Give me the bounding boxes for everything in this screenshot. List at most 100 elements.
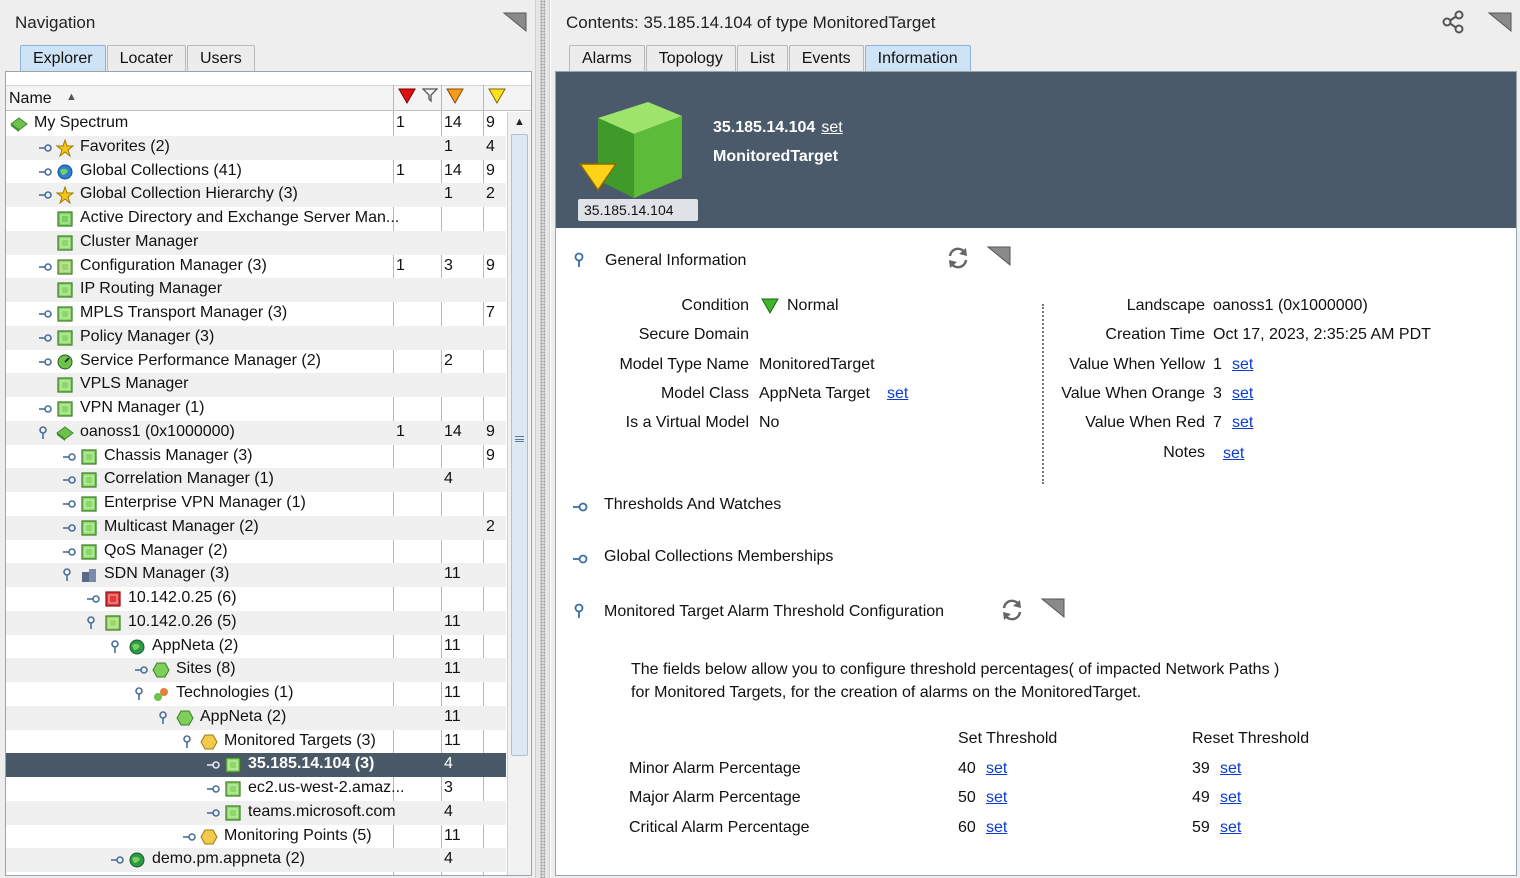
tree-scrollbar[interactable]: ▲: [507, 112, 531, 875]
expand-icon[interactable]: [62, 499, 76, 509]
tree-row[interactable]: SDN Manager (3) 11: [6, 563, 506, 587]
critical-reset-link[interactable]: set: [1220, 819, 1241, 837]
tree-row[interactable]: Enterprise VPN Manager (1): [6, 492, 506, 516]
tree-row[interactable]: Monitored Targets (3) 11: [6, 730, 506, 754]
tree-row[interactable]: QoS Manager (2): [6, 540, 506, 564]
column-name-header[interactable]: Name: [9, 90, 52, 108]
tab-explorer[interactable]: Explorer: [20, 45, 106, 71]
collapse-icon[interactable]: [182, 734, 192, 749]
tree-row[interactable]: Favorites (2) 1 4: [6, 135, 506, 160]
value-when-orange-set-link[interactable]: set: [1232, 385, 1253, 403]
expand-icon[interactable]: [38, 190, 52, 200]
expand-icon[interactable]: [38, 357, 52, 367]
tree-row[interactable]: 10.142.0.25 (6): [6, 587, 506, 611]
panel-splitter[interactable]: [535, 0, 550, 878]
section-menu-icon[interactable]: [986, 245, 1012, 267]
tree-row[interactable]: VPN Manager (1): [6, 397, 506, 421]
expand-icon[interactable]: [134, 665, 148, 675]
tree-row[interactable]: AppNeta (2) 11: [6, 635, 506, 659]
expand-icon[interactable]: [38, 143, 52, 153]
tab-alarms[interactable]: Alarms: [569, 45, 645, 71]
tree-row[interactable]: My Spectrum 1 14 9: [6, 112, 506, 136]
expand-icon[interactable]: [110, 855, 124, 865]
major-reset-link[interactable]: set: [1220, 789, 1241, 807]
expand-icon[interactable]: [182, 832, 196, 842]
alarm-threshold-config-header[interactable]: Monitored Target Alarm Threshold Configu…: [604, 603, 944, 621]
tree-row[interactable]: 35.185.14.104 (3) 4: [6, 753, 506, 777]
tree-row[interactable]: oanoss1 (0x1000000) 1 14 9: [6, 420, 506, 445]
tab-information[interactable]: Information: [864, 45, 971, 71]
expand-icon[interactable]: [206, 760, 220, 770]
minor-set-link[interactable]: set: [986, 760, 1007, 778]
tree-row[interactable]: demo.pm.appneta (2) 4: [6, 848, 506, 872]
critical-alarm-icon[interactable]: [398, 87, 416, 105]
minor-alarm-icon[interactable]: [488, 87, 506, 105]
tree-row[interactable]: Service Performance Manager (2) 2: [6, 350, 506, 374]
model-class-set-link[interactable]: set: [887, 385, 908, 403]
collapse-icon[interactable]: [134, 687, 144, 701]
minor-reset-link[interactable]: set: [1220, 760, 1241, 778]
tree-row[interactable]: Policy Manager (3): [6, 325, 506, 350]
expand-icon[interactable]: [206, 784, 220, 794]
expand-icon[interactable]: [38, 262, 52, 272]
tree-row[interactable]: ec2.us-west-2.amaz... 3: [6, 777, 506, 801]
scroll-up-icon[interactable]: ▲: [514, 116, 525, 128]
expand-icon[interactable]: [86, 594, 100, 604]
tree-row[interactable]: Cluster Manager: [6, 230, 506, 255]
pin-expanded-icon[interactable]: [572, 603, 586, 619]
refresh-icon[interactable]: [946, 246, 970, 270]
tree-row[interactable]: Correlation Manager (1) 4: [6, 468, 506, 492]
tree-row[interactable]: Global Collections (41) 1 14 9: [6, 160, 506, 184]
collapse-icon[interactable]: [110, 639, 120, 654]
pin-collapsed-icon[interactable]: [572, 501, 588, 513]
tree-row[interactable]: Global Collection Hierarchy (3) 1 2: [6, 183, 506, 207]
collapse-icon[interactable]: [86, 615, 96, 630]
major-set-link[interactable]: set: [986, 789, 1007, 807]
expand-icon[interactable]: [38, 404, 52, 414]
expand-icon[interactable]: [38, 309, 52, 319]
tree-row[interactable]: MPLS Transport Manager (3) 7: [6, 302, 506, 326]
expand-icon[interactable]: [62, 523, 76, 533]
expand-icon[interactable]: [62, 475, 76, 485]
scroll-thumb[interactable]: [511, 134, 528, 756]
panel-menu-icon[interactable]: [502, 11, 528, 33]
value-when-yellow-set-link[interactable]: set: [1232, 356, 1253, 374]
tree-row[interactable]: Chassis Manager (3) 9: [6, 445, 506, 469]
general-information-header[interactable]: General Information: [605, 252, 746, 270]
collapse-icon[interactable]: [38, 425, 48, 440]
refresh-icon[interactable]: [1000, 598, 1024, 622]
tree-row[interactable]: 10.142.0.26 (5) 11: [6, 610, 506, 635]
notes-set-link[interactable]: set: [1223, 445, 1244, 463]
tree-row[interactable]: Configuration Manager (3) 1 3 9: [6, 255, 506, 279]
tree-row[interactable]: Technologies (1) 11: [6, 682, 506, 706]
tree-row[interactable]: AppNeta (2) 11: [6, 705, 506, 730]
tree-row[interactable]: IP Routing Manager: [6, 278, 506, 302]
expand-icon[interactable]: [62, 452, 76, 462]
critical-set-link[interactable]: set: [986, 819, 1007, 837]
pin-expanded-icon[interactable]: [572, 252, 586, 268]
tree-row[interactable]: teams.microsoft.com 4: [6, 800, 506, 825]
tree-row[interactable]: Monitoring Points (5) 11: [6, 825, 506, 849]
tree-row[interactable]: Multicast Manager (2) 2: [6, 515, 506, 540]
model-name-set-link[interactable]: set: [821, 119, 842, 136]
tab-list[interactable]: List: [736, 45, 788, 71]
tab-locater[interactable]: Locater: [106, 45, 186, 71]
pin-collapsed-icon[interactable]: [572, 553, 588, 565]
tab-topology[interactable]: Topology: [645, 45, 736, 71]
expand-icon[interactable]: [62, 547, 76, 557]
value-when-red-set-link[interactable]: set: [1232, 414, 1253, 432]
tab-events[interactable]: Events: [788, 45, 864, 71]
expand-icon[interactable]: [206, 808, 220, 818]
tree-row[interactable]: VPLS Manager: [6, 373, 506, 397]
tree-row[interactable]: Sites (8) 11: [6, 658, 506, 682]
collapse-icon[interactable]: [158, 710, 168, 725]
tree-row[interactable]: Active Directory and Exchange Server Man…: [6, 207, 506, 231]
expand-icon[interactable]: [38, 167, 52, 177]
panel-menu-icon[interactable]: [1487, 11, 1513, 33]
tab-users[interactable]: Users: [186, 45, 255, 71]
global-collections-memberships-header[interactable]: Global Collections Memberships: [604, 548, 833, 566]
thresholds-watches-header[interactable]: Thresholds And Watches: [604, 496, 781, 514]
section-menu-icon[interactable]: [1040, 597, 1066, 619]
share-icon[interactable]: [1441, 10, 1465, 34]
major-alarm-icon[interactable]: [446, 87, 464, 105]
